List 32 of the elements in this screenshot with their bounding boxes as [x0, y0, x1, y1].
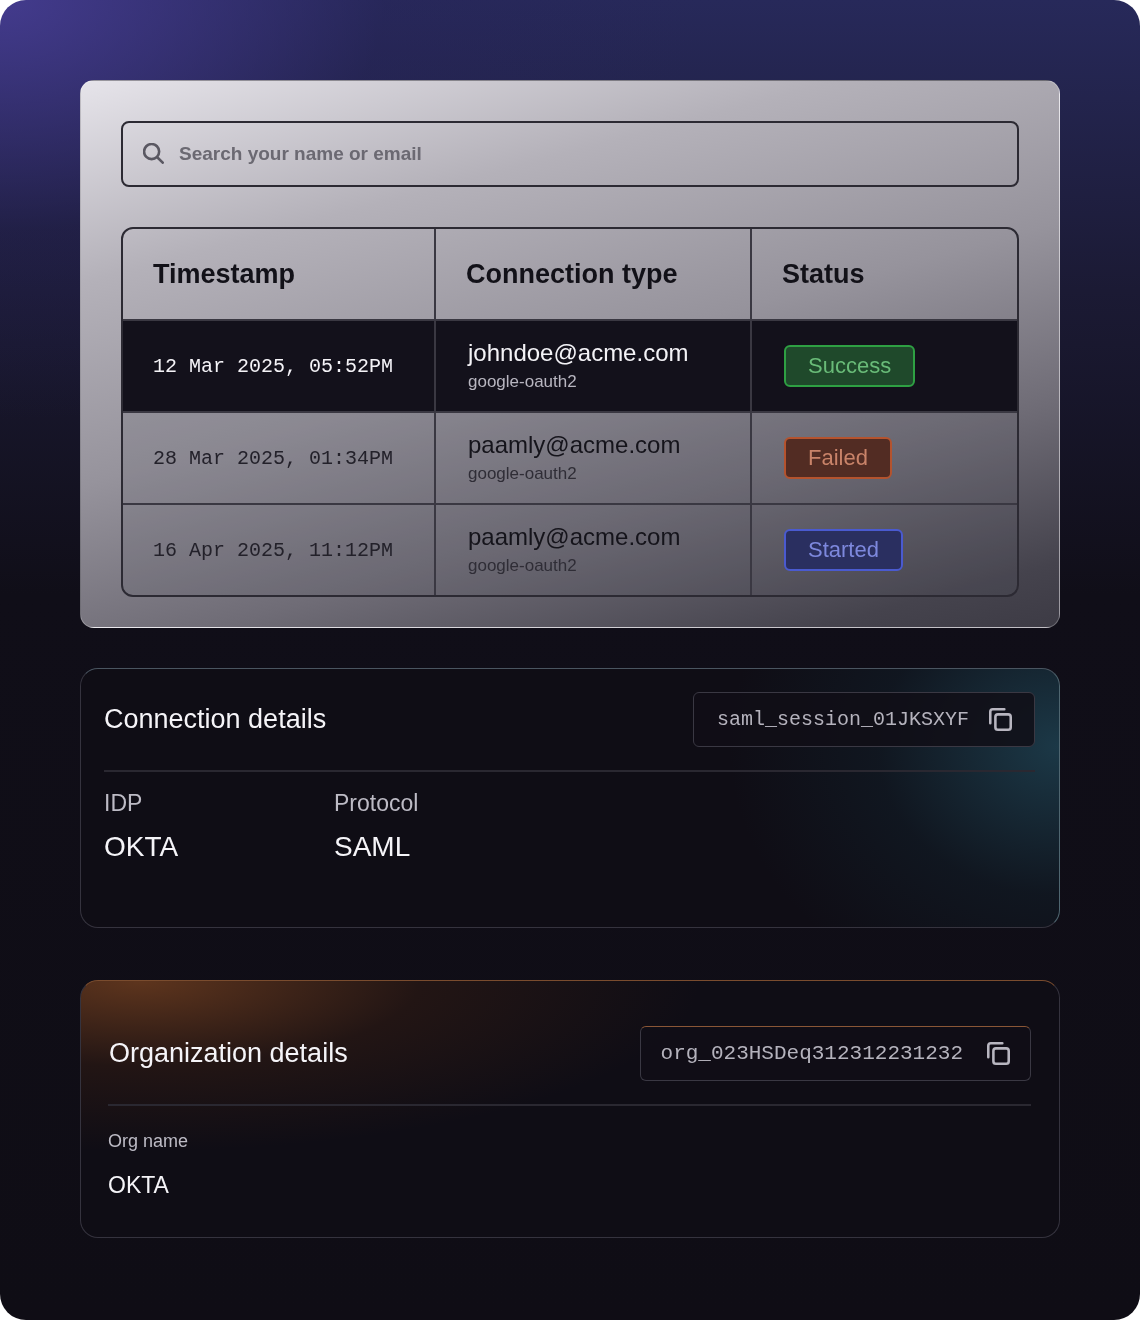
field-label: Org name: [108, 1130, 189, 1152]
card-title: Connection details: [104, 704, 327, 735]
timestamp-text: 16 Apr 2025, 11:12PM: [153, 538, 395, 562]
field-value: OKTA: [108, 1171, 170, 1199]
table-row[interactable]: 12 Mar 2025, 05:52PM johndoe@acme.com google-oauth2 Success: [123, 319, 1017, 411]
id-text: saml_session_01JKSXYF: [716, 708, 969, 731]
status-badge: Success: [784, 345, 916, 387]
provider-text: google-oauth2: [468, 371, 578, 393]
id-text: org_023HSDeq312312231232: [660, 1042, 963, 1065]
provider-text: google-oauth2: [468, 463, 578, 485]
timestamp-text: 28 Mar 2025, 01:34PM: [153, 446, 395, 470]
email-text: johndoe@acme.com: [468, 339, 690, 367]
column-header: Timestamp: [153, 258, 296, 290]
provider-text: google-oauth2: [468, 555, 578, 577]
search-icon: [143, 143, 164, 164]
field-label: IDP: [104, 789, 144, 817]
email-text: paamly@acme.com: [468, 431, 682, 459]
column-header: Status: [782, 258, 865, 290]
search-field[interactable]: Search your name or email: [121, 121, 1019, 187]
status-badge: Failed: [784, 437, 892, 479]
card-title: Organization details: [108, 1038, 348, 1069]
copy-icon[interactable]: [989, 708, 1012, 731]
table-row[interactable]: 16 Apr 2025, 11:12PM paamly@acme.com google-oauth2 Started: [123, 503, 1017, 595]
status-badge: Started: [784, 529, 903, 571]
column-header: Connection type: [466, 258, 678, 290]
table-row[interactable]: 28 Mar 2025, 01:34PM paamly@acme.com google-oauth2 Failed: [123, 411, 1017, 503]
field-value: OKTA: [104, 830, 180, 864]
field-label: Protocol: [334, 789, 420, 817]
copy-icon[interactable]: [987, 1042, 1010, 1065]
field-value: SAML: [334, 830, 412, 864]
timestamp-text: 12 Mar 2025, 05:52PM: [153, 354, 395, 378]
email-text: paamly@acme.com: [468, 523, 682, 551]
